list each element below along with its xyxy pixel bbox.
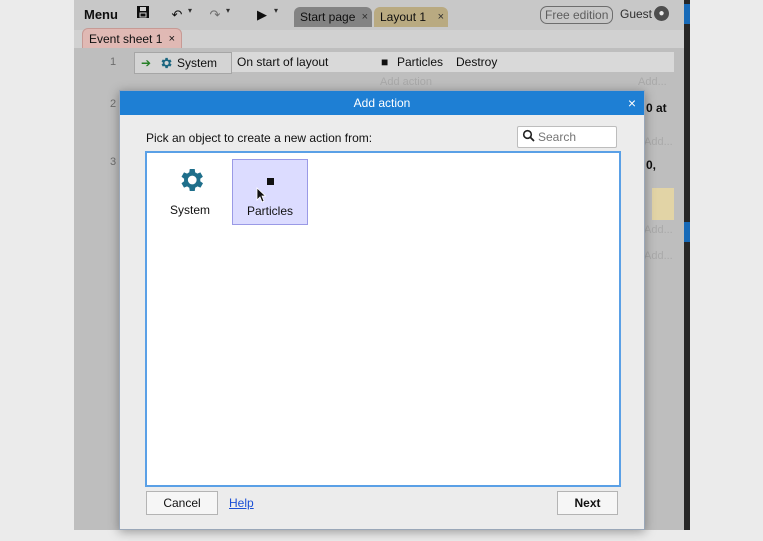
next-button[interactable]: Next [557,491,618,515]
object-label: System [169,203,210,217]
search-input[interactable] [536,128,616,146]
close-icon[interactable]: × [628,91,636,115]
gear-icon [176,165,206,195]
mouse-cursor-icon [256,187,267,203]
dialog-title: Add action [120,91,644,115]
search-icon [522,129,536,143]
particles-icon [267,178,274,185]
search-box[interactable] [517,126,617,148]
dialog-prompt: Pick an object to create a new action fr… [146,131,373,145]
add-action-dialog: Add action × Pick an object to create a … [119,90,645,530]
object-label: Particles [246,204,293,218]
object-item-particles[interactable]: Particles [232,159,308,225]
help-link[interactable]: Help [229,496,254,510]
object-item-system[interactable]: System [153,159,227,223]
cancel-button[interactable]: Cancel [146,491,218,515]
object-list[interactable]: System Particles [145,151,621,487]
